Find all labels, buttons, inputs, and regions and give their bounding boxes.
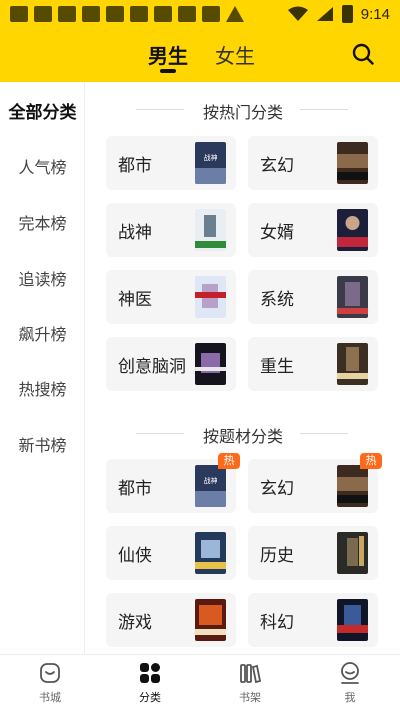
sidebar-item-rising[interactable]: 飙升榜 — [0, 321, 85, 345]
book-cover-icon — [195, 209, 226, 251]
sidebar-item-completed[interactable]: 完本榜 — [0, 210, 85, 234]
tab-male[interactable]: 男生 — [148, 40, 188, 69]
category-card[interactable]: 神医 — [106, 270, 236, 324]
wifi-icon — [287, 6, 308, 21]
sidebar-item-following[interactable]: 追读榜 — [0, 266, 85, 290]
notification-icon — [34, 6, 52, 22]
category-label: 系统 — [260, 290, 294, 310]
category-card[interactable]: 都市 战神 — [106, 136, 236, 190]
book-cover-icon — [337, 142, 368, 184]
notification-icons — [10, 6, 244, 22]
sidebar-item-all[interactable]: 全部分类 — [0, 98, 85, 123]
profile-icon — [341, 662, 359, 684]
book-cover-icon — [195, 599, 226, 641]
bookstore-icon — [40, 663, 60, 683]
book-cover-icon: 战神 — [195, 142, 226, 184]
section-title-text: 按热门分类 — [202, 103, 283, 122]
category-label: 游戏 — [118, 613, 152, 633]
nav-label: 书架 — [239, 691, 261, 704]
status-bar: 9:14 — [0, 0, 400, 30]
book-cover-icon — [337, 343, 368, 385]
svg-text:战神: 战神 — [204, 476, 218, 485]
notification-icon — [178, 6, 196, 22]
bottom-nav: 书城 分类 书架 我 — [0, 654, 400, 711]
active-tab-indicator — [160, 69, 176, 73]
category-label: 创意脑洞 — [118, 357, 186, 377]
category-card[interactable]: 都市 战神 热 — [106, 453, 240, 513]
category-label: 玄幻 — [260, 479, 294, 499]
nav-bookstore[interactable]: 书城 — [20, 661, 80, 705]
category-card[interactable]: 玄幻 热 — [248, 453, 382, 513]
notification-icon — [130, 6, 148, 22]
category-label: 科幻 — [260, 613, 294, 633]
hot-badge: 热 — [218, 453, 240, 469]
sidebar-item-popular[interactable]: 人气榜 — [0, 154, 85, 178]
notification-icon — [154, 6, 172, 22]
category-label: 战神 — [118, 223, 152, 243]
category-card[interactable]: 科幻 — [248, 593, 378, 647]
bookshelf-icon — [240, 664, 262, 684]
category-card[interactable]: 战神 — [106, 203, 236, 257]
category-card[interactable]: 历史 — [248, 526, 378, 580]
section-title-text: 按题材分类 — [202, 427, 283, 446]
category-icon — [140, 663, 160, 683]
book-cover-icon — [337, 209, 368, 251]
status-time: 9:14 — [360, 5, 390, 23]
category-label: 历史 — [260, 546, 294, 566]
divider — [300, 433, 348, 434]
category-card[interactable]: 创意脑洞 — [106, 337, 236, 391]
book-cover-icon — [337, 465, 368, 507]
sidebar-item-hot-search[interactable]: 热搜榜 — [0, 376, 85, 400]
sidebar-item-new-books[interactable]: 新书榜 — [0, 432, 85, 456]
search-icon[interactable] — [352, 43, 374, 65]
section-title: 按热门分类 — [86, 99, 400, 123]
notification-icon — [106, 6, 124, 22]
svg-text:战神: 战神 — [204, 153, 218, 162]
warning-icon — [226, 6, 244, 22]
category-card[interactable]: 仙侠 — [106, 526, 236, 580]
status-right: 9:14 — [287, 5, 390, 23]
book-cover-icon — [195, 276, 226, 318]
battery-icon — [341, 5, 353, 23]
book-cover-icon — [337, 532, 368, 574]
nav-label: 我 — [344, 691, 356, 704]
nav-profile[interactable]: 我 — [320, 661, 380, 705]
category-content: 按热门分类 都市 战神 玄幻 战神 女婿 神医 系统 创意脑洞 重生 按题材分类… — [86, 82, 400, 654]
category-card[interactable]: 系统 — [248, 270, 378, 324]
category-label: 都市 — [118, 479, 152, 499]
divider — [136, 109, 184, 110]
hot-badge: 热 — [360, 453, 382, 469]
header: 男生 女生 — [0, 30, 400, 82]
category-label: 仙侠 — [118, 546, 152, 566]
category-card[interactable]: 重生 — [248, 337, 378, 391]
book-cover-icon — [195, 343, 226, 385]
tab-female[interactable]: 女生 — [215, 40, 255, 69]
book-cover-icon — [337, 599, 368, 641]
section-title: 按题材分类 — [86, 423, 400, 447]
nav-label: 书城 — [39, 691, 61, 704]
category-sidebar: 全部分类 人气榜 完本榜 追读榜 飙升榜 热搜榜 新书榜 — [0, 82, 85, 654]
book-cover-icon — [195, 532, 226, 574]
book-cover-icon — [337, 276, 368, 318]
notification-icon — [202, 6, 220, 22]
signal-icon — [316, 7, 333, 21]
notification-icon — [10, 6, 28, 22]
category-label: 都市 — [118, 156, 152, 176]
nav-label: 分类 — [139, 691, 161, 704]
notification-icon — [82, 6, 100, 22]
nav-bookshelf[interactable]: 书架 — [220, 661, 280, 705]
nav-category[interactable]: 分类 — [120, 661, 180, 705]
category-card[interactable]: 女婿 — [248, 203, 378, 257]
divider — [300, 109, 348, 110]
category-label: 重生 — [260, 357, 294, 377]
divider — [136, 433, 184, 434]
category-card[interactable]: 游戏 — [106, 593, 236, 647]
book-cover-icon: 战神 — [195, 465, 226, 507]
category-label: 玄幻 — [260, 156, 294, 176]
category-label: 女婿 — [260, 223, 294, 243]
app-root: 9:14 男生 女生 全部分类 人气榜 完本榜 追读榜 飙升榜 热搜榜 新书榜 … — [0, 0, 400, 711]
category-card[interactable]: 玄幻 — [248, 136, 378, 190]
notification-icon — [58, 6, 76, 22]
category-label: 神医 — [118, 290, 152, 310]
